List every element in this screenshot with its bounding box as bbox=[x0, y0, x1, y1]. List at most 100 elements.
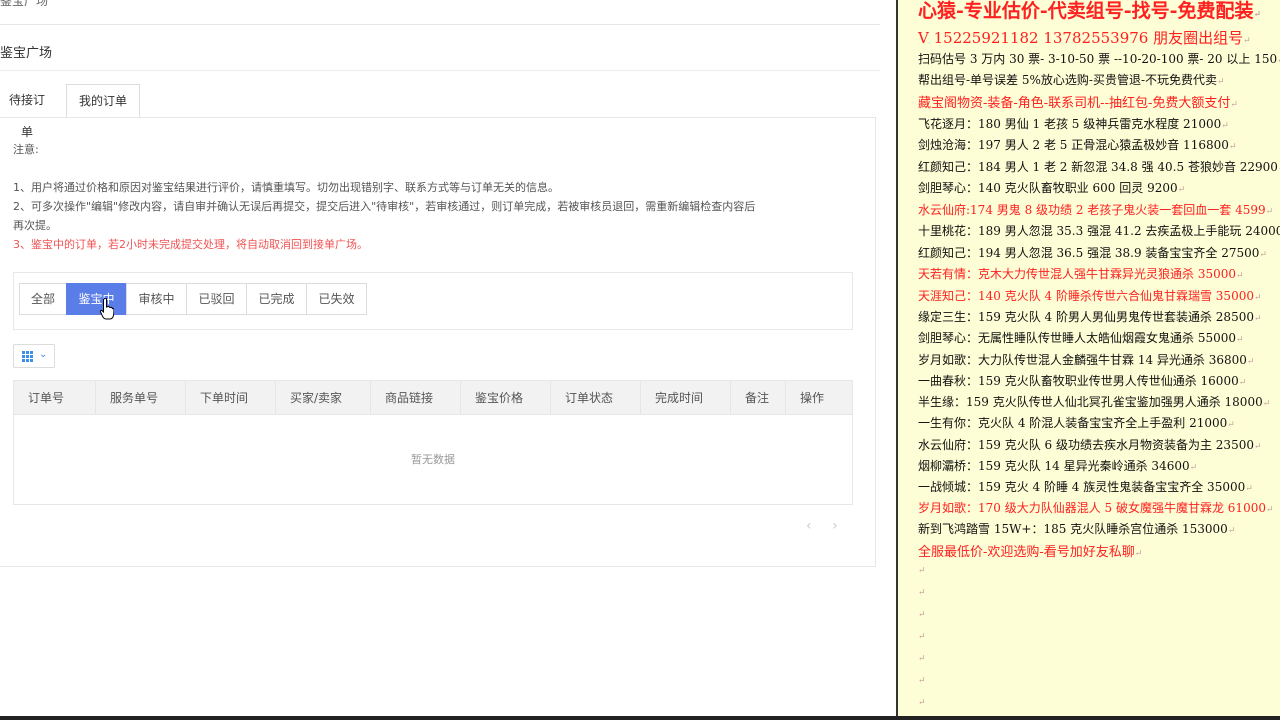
ad-line-text: 水云仙府:174 男鬼 8 级功绩 2 老孩子鬼火装一套回血一套 4599 bbox=[918, 203, 1266, 217]
return-mark: ↵ bbox=[1177, 185, 1186, 195]
col-action: 操作 bbox=[800, 391, 825, 405]
chevron-left-icon[interactable]: ‹ bbox=[806, 518, 812, 534]
chevron-right-icon[interactable]: › bbox=[832, 518, 838, 534]
ad-line: 水云仙府：159 克火队 6 级功绩去疾水月物资装备为主 23500↵ bbox=[918, 436, 1262, 453]
pagination: ‹ › bbox=[806, 518, 854, 534]
ad-line-text: 全服最低价-欢迎选购-看号加好友私聊 bbox=[918, 545, 1135, 560]
ad-line-text: 水云仙府：159 克火队 6 级功绩去疾水月物资装备为主 23500 bbox=[918, 438, 1254, 452]
ad-line: 一曲春秋：159 克火队畜牧职业传世男人传世仙通杀 16000↵ bbox=[918, 372, 1246, 389]
ad-line-text: 飞花逐月：180 男仙 1 老孩 5 级神兵雷克水程度 21000 bbox=[918, 117, 1222, 131]
return-mark: ↵ bbox=[1259, 250, 1267, 260]
return-mark: ↵ bbox=[1246, 357, 1255, 367]
return-mark: ↵ bbox=[918, 676, 926, 686]
return-mark: ↵ bbox=[918, 632, 926, 642]
col-remark: 备注 bbox=[731, 381, 786, 415]
ad-line: 半生缘：159 克火队传世人仙北冥孔雀宝鉴加强男人通杀 18000↵ bbox=[918, 393, 1270, 410]
ad-line: 烟柳灞桥：159 克火队 14 星异光秦岭通杀 34600↵ bbox=[918, 457, 1197, 474]
return-mark: ↵ bbox=[1253, 10, 1262, 20]
breadcrumb[interactable]: 鉴宝广场 bbox=[0, 0, 48, 9]
notice-block: 注意: 1、用户将通过价格和原因对鉴宝结果进行评价，请慎重填写。切勿出现错别字、… bbox=[13, 140, 853, 254]
ad-line: V 15225921182 13782553976 朋友圈出组号↵ bbox=[918, 27, 1251, 48]
notice-item-2-cont: 再次提。 bbox=[13, 219, 57, 232]
chevron-down-icon: ⌄ bbox=[39, 349, 48, 360]
return-mark: ↵ bbox=[1221, 121, 1229, 131]
ad-line-text: 藏宝阁物资-装备-角色-联系司机--抽红包-免费大额支付 bbox=[918, 96, 1231, 111]
col-service-no: 服务单号 bbox=[96, 381, 186, 415]
ad-line-text: 剑胆琴心：140 克火队畜牧职业 600 回灵 9200 bbox=[918, 181, 1178, 195]
empty-state: 暂无数据 bbox=[411, 453, 455, 466]
ad-line: 红颜知己：184 男人 1 老 2 新忽混 34.8 强 40.5 苍狼妙音 2… bbox=[918, 158, 1280, 175]
table-header: 订单号 服务单号 下单时间 买家/卖家 商品链接 鉴宝价格 订单状态 完成时间 … bbox=[14, 381, 852, 415]
return-mark: ↵ bbox=[1227, 420, 1235, 430]
column-toggle-button[interactable]: ⌄ bbox=[13, 344, 55, 368]
ad-line-text: 天若有情：克木大力传世混人强牛甘霖异光灵狼通杀 35000 bbox=[918, 267, 1236, 281]
notice-item-2: 2、可多次操作"编辑"修改内容，请自审并确认无误后再提交，提交后进入"待审核"，… bbox=[13, 200, 756, 213]
ad-line-text: 心猿-专业估价-代卖组号-找号-免费配装 bbox=[918, 0, 1254, 22]
ad-line-text: 十里桃花：189 男人忽混 35.3 强混 41.2 去疾孟极上手能玩 2400… bbox=[918, 224, 1280, 238]
filter-completed-button[interactable]: 已完成 bbox=[246, 283, 307, 315]
ad-line-text: 一战倾城：159 克火 4 阶睡 4 族灵性鬼装备宝宝齐全 35000 bbox=[918, 480, 1246, 494]
ad-line-text: 半生缘：159 克火队传世人仙北冥孔雀宝鉴加强男人通杀 18000 bbox=[918, 395, 1263, 409]
hand-cursor-icon bbox=[100, 298, 114, 320]
col-buyer-seller: 买家/卖家 bbox=[276, 381, 371, 415]
ad-line-text: 岁月如歌：大力队传世混人金麟强牛甘霖 14 异光通杀 36800 bbox=[918, 353, 1247, 367]
notice-item-3: 3、鉴宝中的订单，若2小时未完成提交处理，将自动取消回到接单广场。 bbox=[13, 238, 368, 251]
ad-line: 水云仙府:174 男鬼 8 级功绩 2 老孩子鬼火装一套回血一套 4599↵ bbox=[918, 201, 1273, 218]
return-mark: ↵ bbox=[1253, 442, 1262, 452]
main-panel: 鉴宝广场 鉴宝广场 待接订单 我的订单 注意: 1、用户将通过价格和原因对鉴宝结… bbox=[0, 0, 896, 720]
tab-pending-orders[interactable]: 待接订单 bbox=[0, 84, 62, 139]
col-order-status: 订单状态 bbox=[551, 381, 641, 415]
page-title: 鉴宝广场 bbox=[0, 46, 53, 61]
tab-my-orders[interactable]: 我的订单 bbox=[66, 84, 140, 118]
orders-table: 订单号 服务单号 下单时间 买家/卖家 商品链接 鉴宝价格 订单状态 完成时间 … bbox=[13, 380, 853, 505]
return-mark: ↵ bbox=[1265, 207, 1274, 217]
return-mark: ↵ bbox=[1230, 100, 1238, 110]
ad-line-text: 红颜知己：194 男人忽混 36.5 强混 38.9 装备宝宝齐全 27500 bbox=[918, 246, 1260, 260]
ad-line: 天涯知己：140 克火队 4 阶睡杀传世六合仙鬼甘霖瑞雪 35000↵ bbox=[918, 287, 1262, 304]
filter-rejected-button[interactable]: 已驳回 bbox=[186, 283, 247, 315]
grid-icon bbox=[22, 351, 33, 362]
return-mark: ↵ bbox=[1265, 505, 1274, 515]
return-mark: ↵ bbox=[1262, 399, 1271, 409]
ad-line: 天若有情：克木大力传世混人强牛甘霖异光灵狼通杀 35000↵ bbox=[918, 265, 1244, 282]
filter-all-button[interactable]: 全部 bbox=[19, 283, 67, 315]
return-mark: ↵ bbox=[1253, 314, 1262, 324]
filter-expired-button[interactable]: 已失效 bbox=[306, 283, 367, 315]
return-mark: ↵ bbox=[918, 610, 926, 620]
ad-text-panel: 心猿-专业估价-代卖组号-找号-免费配装↵ V 15225921182 13782… bbox=[896, 0, 1280, 720]
ad-line: 一生有你：克火队 4 阶混人装备宝宝齐全上手盈利 21000↵ bbox=[918, 414, 1235, 431]
return-mark: ↵ bbox=[1189, 463, 1198, 473]
col-order-time: 下单时间 bbox=[186, 381, 276, 415]
ad-line-text: 一曲春秋：159 克火队畜牧职业传世男人传世仙通杀 16000 bbox=[918, 374, 1239, 388]
ad-line: 剑胆琴心：140 克火队畜牧职业 600 回灵 9200↵ bbox=[918, 179, 1185, 196]
top-bar: 鉴宝广场 bbox=[0, 0, 896, 12]
col-appraisal-price: 鉴宝价格 bbox=[461, 381, 551, 415]
ad-line-text: 烟柳灞桥：159 克火队 14 星异光秦岭通杀 34600 bbox=[918, 459, 1190, 473]
ad-line-text: 帮出组号-单号误差 5%放心选购-买贵管退-不玩免费代卖 bbox=[918, 73, 1218, 87]
ad-line: 剑胆琴心：无属性睡队传世睡人太皓仙烟霞女鬼通杀 55000↵ bbox=[918, 329, 1244, 346]
filter-appraising-button[interactable]: 鉴宝中 bbox=[66, 283, 127, 315]
return-mark: ↵ bbox=[1236, 335, 1244, 345]
notice-heading: 注意: bbox=[13, 143, 39, 156]
return-mark: ↵ bbox=[1134, 549, 1143, 559]
ad-line-text: 天涯知己：140 克火队 4 阶睡杀传世六合仙鬼甘霖瑞雪 35000 bbox=[918, 289, 1254, 303]
ad-line-text: 剑胆琴心：无属性睡队传世睡人太皓仙烟霞女鬼通杀 55000 bbox=[918, 331, 1236, 345]
status-filter-group: 全部 鉴宝中 审核中 已驳回 已完成 已失效 bbox=[19, 283, 367, 315]
ad-line-text: V 15225921182 13782553976 朋友圈出组号 bbox=[918, 29, 1244, 47]
ad-line-text: 红颜知己：184 男人 1 老 2 新忽混 34.8 强 40.5 苍狼妙音 2… bbox=[918, 160, 1278, 174]
return-mark: ↵ bbox=[1227, 526, 1236, 536]
ad-line: 藏宝阁物资-装备-角色-联系司机--抽红包-免费大额支付↵ bbox=[918, 92, 1238, 111]
filter-reviewing-button[interactable]: 审核中 bbox=[126, 283, 187, 315]
ad-line: 岁月如歌：170 级大力队仙器混人 5 破女魔强牛魔甘霖龙 61000↵ bbox=[918, 499, 1274, 516]
ad-line: 帮出组号-单号误差 5%放心选购-买贵管退-不玩免费代卖↵ bbox=[918, 71, 1225, 88]
return-mark: ↵ bbox=[1217, 77, 1225, 87]
ad-line: 飞花逐月：180 男仙 1 老孩 5 级神兵雷克水程度 21000↵ bbox=[918, 115, 1229, 132]
ad-line: 心猿-专业估价-代卖组号-找号-免费配装↵ bbox=[918, 0, 1261, 23]
ad-line-text: 岁月如歌：170 级大力队仙器混人 5 破女魔强牛魔甘霖龙 61000 bbox=[918, 501, 1266, 515]
ad-line: 岁月如歌：大力队传世混人金麟强牛甘霖 14 异光通杀 36800↵ bbox=[918, 351, 1254, 368]
ad-line-text: 缘定三生：159 克火队 4 阶男人男仙男鬼传世套装通杀 28500 bbox=[918, 310, 1254, 324]
return-mark: ↵ bbox=[1228, 142, 1237, 152]
return-mark: ↵ bbox=[1236, 271, 1244, 281]
return-mark: ↵ bbox=[1243, 36, 1251, 46]
return-mark: ↵ bbox=[918, 654, 926, 664]
